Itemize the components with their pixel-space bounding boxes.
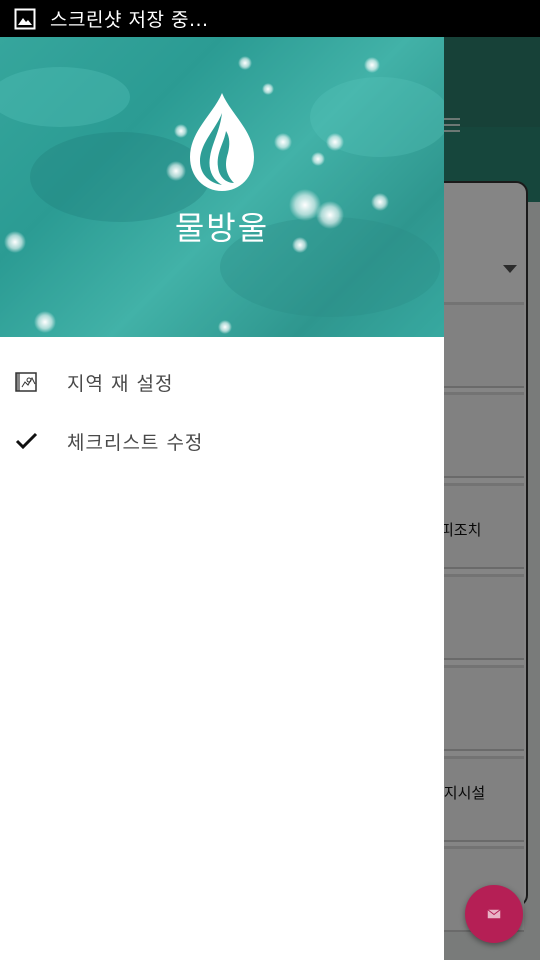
check-icon [15, 432, 38, 450]
drawer-item-label: 체크리스트 수정 [67, 431, 204, 454]
water-drop-icon [0, 91, 444, 197]
screen: 피조치 방지시설 스크린샷 저장 중... 물방울 지역 재 설정 체크리스트 … [0, 0, 540, 960]
image-icon [14, 8, 36, 29]
status-bar: 스크린샷 저장 중... [0, 0, 540, 37]
drawer-item-edit-checklist[interactable]: 체크리스트 수정 [0, 411, 444, 471]
status-text: 스크린샷 저장 중... [50, 9, 209, 31]
drawer-item-label: 지역 재 설정 [67, 372, 174, 395]
drawer-item-region-reset[interactable]: 지역 재 설정 [0, 352, 444, 412]
navigation-drawer: 물방울 지역 재 설정 체크리스트 수정 [0, 37, 444, 960]
mail-fab-button[interactable] [465, 885, 523, 943]
map-icon [15, 372, 37, 392]
drawer-header: 물방울 [0, 37, 444, 337]
app-brand-logo: 물방울 [174, 209, 270, 247]
mail-icon [487, 909, 501, 919]
